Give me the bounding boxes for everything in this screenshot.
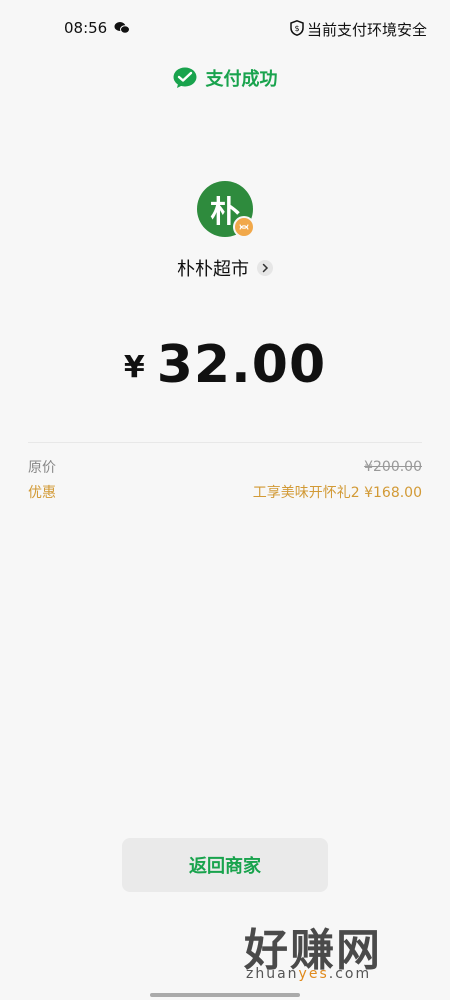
watermark-url-part1: zhuan [246,966,299,982]
amount-value: 32.00 [156,335,327,395]
merchant-badge-icon [233,216,255,238]
shield-icon: $ [290,20,304,36]
discount-label: 优惠 [28,485,56,501]
home-indicator[interactable] [150,993,300,997]
original-price-row: 原价 ¥200.00 [28,456,422,478]
payment-success-text: 支付成功 [205,69,278,90]
merchant-name-link[interactable]: 朴朴超市 [0,254,450,282]
payment-success-header: 支付成功 [0,62,450,94]
svg-text:$: $ [294,24,299,33]
status-bar: 08:56 $ 当前支付环境安全 [0,0,450,56]
original-price-value: ¥200.00 [364,459,422,475]
security-status-text: 当前支付环境安全 [307,21,428,39]
wechat-icon [114,22,130,34]
return-to-merchant-button[interactable]: 返回商家 [122,838,328,892]
discount-row: 优惠 工享美味开怀礼2 ¥168.00 [28,481,422,503]
status-time: 08:56 [64,19,108,37]
merchant-name: 朴朴超市 [177,259,249,280]
watermark-url-part2: yes [298,966,329,982]
amount-currency: ¥ [123,349,145,385]
watermark-url-part3: .com [328,966,372,982]
payment-amount: ¥ 32.00 [0,330,450,400]
chevron-right-icon [257,260,273,276]
watermark-url: zhuanyes.com [246,966,371,982]
wechat-pay-icon [173,67,196,88]
original-price-label: 原价 [28,460,56,476]
discount-value: 工享美味开怀礼2 ¥168.00 [252,485,422,501]
divider [28,442,422,443]
watermark: 好赚网 zhuanyes.com [238,914,434,986]
